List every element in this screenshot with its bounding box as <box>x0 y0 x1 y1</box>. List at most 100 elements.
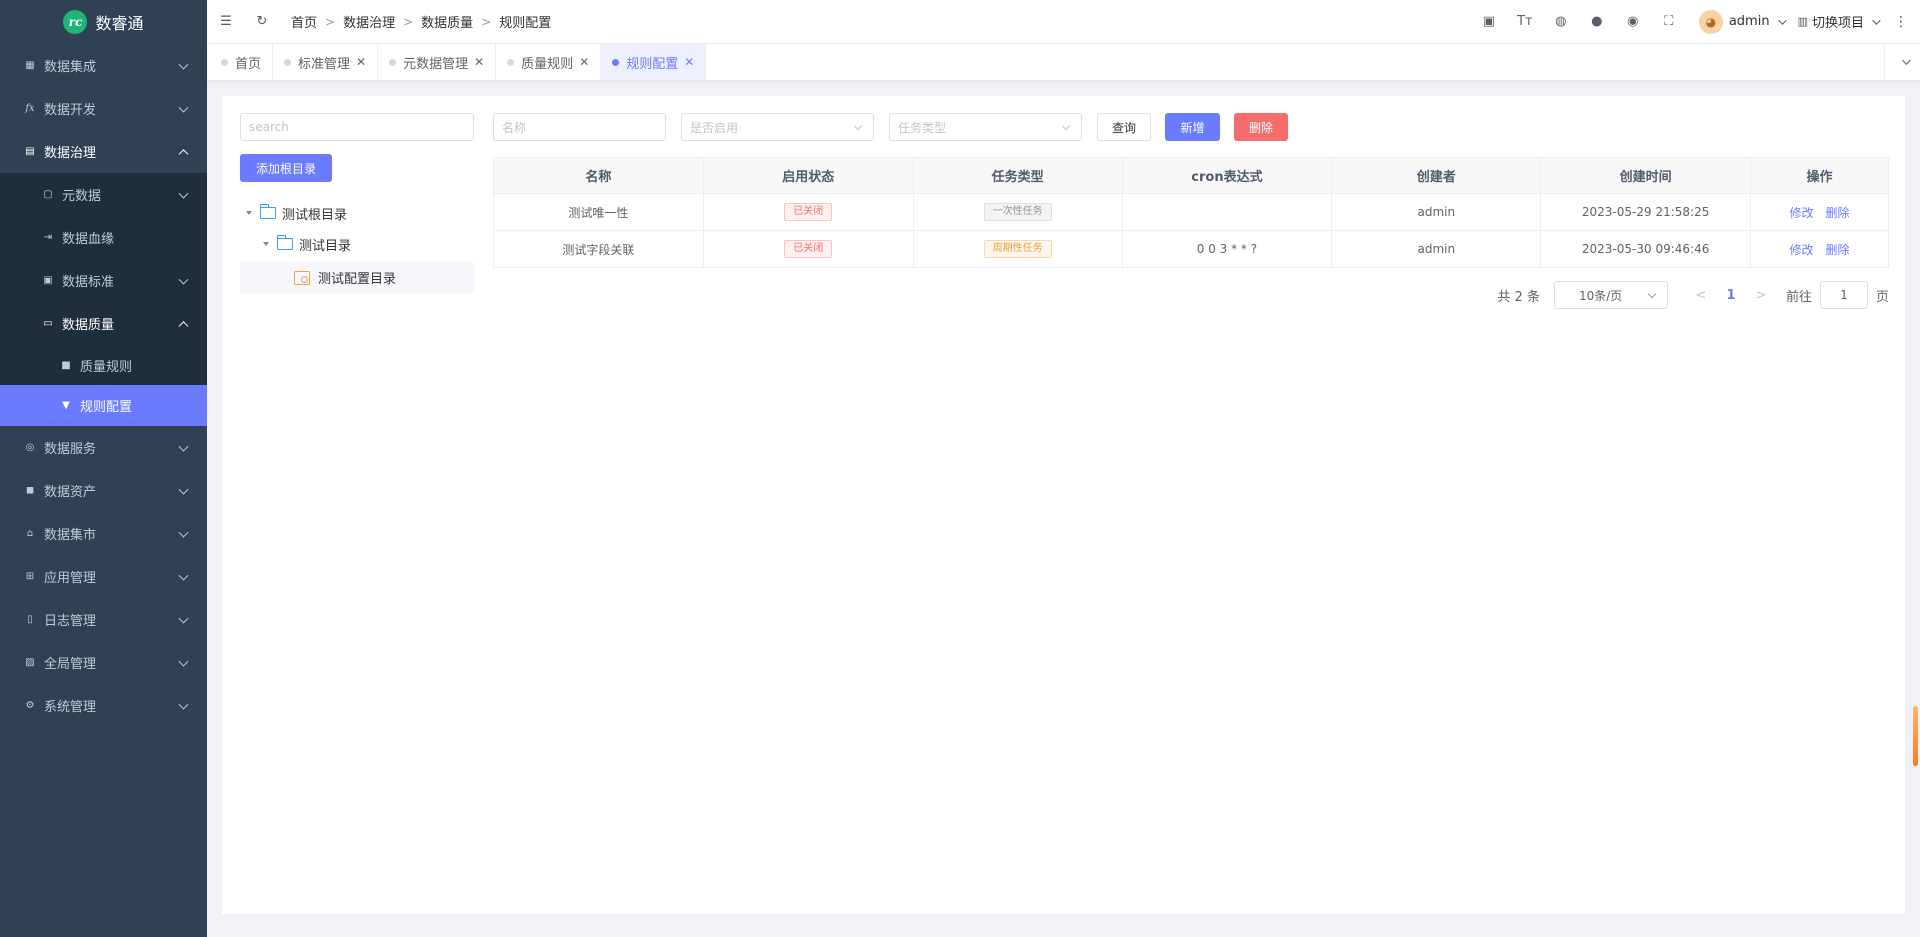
name-placeholder: 名称 <box>502 120 527 135</box>
sidebar-item-data-market[interactable]: ⌂ 数据集市 <box>0 512 207 555</box>
sidebar-item-lineage[interactable]: ⇥ 数据血缘 <box>0 216 207 259</box>
breadcrumb-item[interactable]: 首页 <box>291 12 317 31</box>
close-icon[interactable]: ✕ <box>684 55 694 69</box>
next-page-icon[interactable]: > <box>1746 288 1776 303</box>
top-header: ☰ ↻ 首页 > 数据治理 > 数据质量 > 规则配置 ▣ Tт ◍ ● ◉ ⛶… <box>207 0 1920 44</box>
sidebar: rc 数睿通 ▦ 数据集成 fx 数据开发 ▤ 数据治理 ▢ 元数据 ⇥ 数据血… <box>0 0 207 937</box>
sidebar-item-label: 应用管理 <box>44 571 97 586</box>
breadcrumb-item: 规则配置 <box>499 16 552 31</box>
folder-icon <box>276 235 293 250</box>
tree-node-child[interactable]: 测试目录 <box>263 231 474 257</box>
column-header: 创建者 <box>1331 157 1542 194</box>
cell-status: 已关闭 <box>703 193 914 231</box>
breadcrumb-item[interactable]: 数据质量 <box>421 12 473 31</box>
avatar[interactable]: ◕ <box>1698 9 1723 34</box>
chevron-right-icon: > <box>325 14 336 29</box>
goto-page-input[interactable]: 1 <box>1819 281 1868 309</box>
sidebar-item-global-management[interactable]: ▨ 全局管理 <box>0 641 207 684</box>
fullscreen-icon[interactable]: ⛶ <box>1651 14 1687 29</box>
sidebar-item-system-management[interactable]: ⚙ 系统管理 <box>0 684 207 727</box>
tab-metadata-management[interactable]: 元数据管理 ✕ <box>378 44 497 80</box>
pagination: 共 2 条 10条/页 < 1 > 前往 1 页 <box>1497 281 1889 309</box>
search-placeholder: search <box>249 120 289 134</box>
sidebar-item-data-service[interactable]: ◎ 数据服务 <box>0 426 207 469</box>
tab-rule-config[interactable]: 规则配置 ✕ <box>601 44 707 80</box>
tree-node-root[interactable]: 测试根目录 <box>246 200 474 226</box>
add-root-directory-button[interactable]: 添加根目录 <box>240 154 332 182</box>
quality-icon: ▭ <box>43 318 53 329</box>
tab-label: 元数据管理 <box>403 56 469 72</box>
refresh-icon[interactable]: ↻ <box>255 14 269 29</box>
delete-link[interactable]: 删除 <box>1826 206 1850 220</box>
total-count: 共 2 条 <box>1497 289 1540 305</box>
cell-task-type: 一次性任务 <box>913 193 1123 231</box>
sidebar-item-quality-rules[interactable]: ■ 质量规则 <box>0 345 207 385</box>
sidebar-item-data-asset[interactable]: ◼ 数据资产 <box>0 469 207 512</box>
task-type-select[interactable]: 任务类型 <box>889 113 1082 141</box>
enabled-select[interactable]: 是否启用 <box>681 113 874 141</box>
close-icon[interactable]: ✕ <box>356 55 366 69</box>
name-filter-input[interactable]: 名称 <box>493 113 666 141</box>
query-button[interactable]: 查询 <box>1097 113 1151 141</box>
delete-button[interactable]: 删除 <box>1234 113 1288 141</box>
language-icon[interactable]: ◍ <box>1543 14 1579 29</box>
font-size-icon[interactable]: Tт <box>1507 14 1543 29</box>
service-icon: ◎ <box>25 442 35 453</box>
sidebar-item-log-management[interactable]: ▯ 日志管理 <box>0 598 207 641</box>
github-icon[interactable]: ● <box>1579 14 1615 29</box>
tree-node-leaf[interactable]: 测试配置目录 <box>240 262 474 293</box>
sidebar-item-data-quality[interactable]: ▭ 数据质量 <box>0 302 207 345</box>
cell-created: 2023-05-30 09:46:46 <box>1540 230 1752 268</box>
app-logo[interactable]: rc 数睿通 <box>0 0 207 44</box>
more-vertical-icon[interactable]: ⋮ <box>1894 14 1908 30</box>
close-icon[interactable]: ✕ <box>579 55 589 69</box>
sidebar-item-data-governance[interactable]: ▤ 数据治理 <box>0 130 207 173</box>
gitee-icon[interactable]: ◉ <box>1615 14 1651 29</box>
breadcrumb: 首页 > 数据治理 > 数据质量 > 规则配置 <box>291 12 552 32</box>
breadcrumb-item[interactable]: 数据治理 <box>343 12 395 31</box>
sidebar-item-metadata[interactable]: ▢ 元数据 <box>0 173 207 216</box>
chevron-down-icon <box>178 274 189 285</box>
cell-task-type: 周期性任务 <box>913 230 1123 268</box>
sidebar-item-rule-config[interactable]: ▼ 规则配置 <box>0 385 207 426</box>
cell-cron <box>1122 193 1333 231</box>
sidebar-item-app-management[interactable]: ⊞ 应用管理 <box>0 555 207 598</box>
menu-fold-icon[interactable]: ☰ <box>219 14 233 29</box>
chevron-right-icon: > <box>481 14 492 29</box>
table-row[interactable]: 测试字段关联 已关闭 周期性任务 0 0 3 * * ? admin 2023-… <box>493 230 1889 268</box>
user-menu[interactable]: admin <box>1729 14 1787 29</box>
column-header: 操作 <box>1750 157 1889 194</box>
caret-down-icon[interactable] <box>246 211 252 215</box>
column-header: 任务类型 <box>912 157 1123 194</box>
tree-search-input[interactable]: search <box>240 113 474 141</box>
sidebar-item-data-standard[interactable]: ▣ 数据标准 <box>0 259 207 302</box>
page-number[interactable]: 1 <box>1716 288 1746 303</box>
document-icon: ▢ <box>43 189 53 200</box>
table-row[interactable]: 测试唯一性 已关闭 一次性任务 admin 2023-05-29 21:58:2… <box>493 193 1889 231</box>
edit-link[interactable]: 修改 <box>1790 206 1814 220</box>
edit-link[interactable]: 修改 <box>1790 243 1814 257</box>
tree-node-label: 测试目录 <box>299 238 352 254</box>
lock-icon: ■ <box>61 359 71 371</box>
tabs-dropdown[interactable] <box>1884 44 1920 80</box>
tab-standard-management[interactable]: 标准管理 ✕ <box>273 44 379 80</box>
sidebar-item-data-integration[interactable]: ▦ 数据集成 <box>0 44 207 87</box>
image-icon[interactable]: ▣ <box>1471 14 1507 29</box>
close-icon[interactable]: ✕ <box>474 55 484 69</box>
market-icon: ⌂ <box>26 528 34 539</box>
tab-quality-rules[interactable]: 质量规则 ✕ <box>496 44 602 80</box>
project-switcher[interactable]: ▥ 切换项目 <box>1798 12 1881 31</box>
sidebar-item-data-development[interactable]: fx 数据开发 <box>0 87 207 130</box>
prev-page-icon[interactable]: < <box>1686 288 1716 303</box>
sidebar-item-label: 数据开发 <box>44 103 97 118</box>
caret-down-icon[interactable] <box>263 242 269 246</box>
page-size-select[interactable]: 10条/页 <box>1553 281 1668 309</box>
tree-node-label: 测试根目录 <box>282 207 348 223</box>
add-button[interactable]: 新增 <box>1165 113 1220 141</box>
tree-node-label: 测试配置目录 <box>318 272 397 287</box>
chevron-down-icon <box>178 484 189 495</box>
delete-link[interactable]: 删除 <box>1826 243 1850 257</box>
scroll-indicator[interactable] <box>1913 706 1918 766</box>
tab-home[interactable]: 首页 <box>207 44 274 80</box>
column-header: 创建时间 <box>1540 157 1752 194</box>
